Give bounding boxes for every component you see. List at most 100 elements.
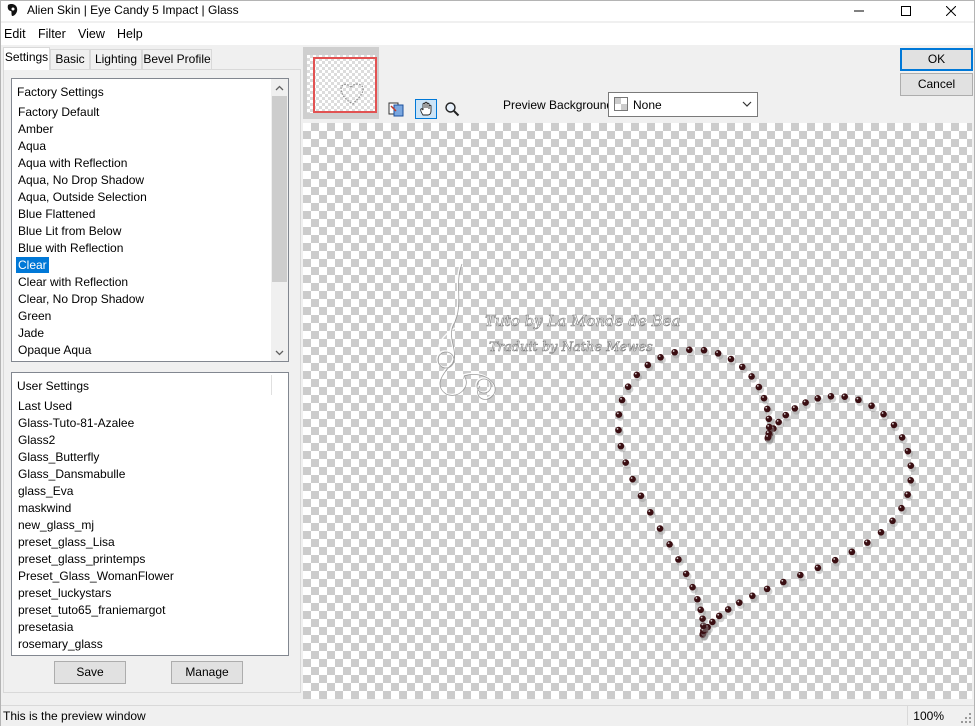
scroll-down-arrow[interactable] [271,344,288,361]
user-setting-item[interactable]: new_glass_mj [16,517,96,533]
scroll-thumb[interactable] [272,96,287,282]
glass-bead-heart [615,346,917,641]
resize-grip-icon[interactable] [960,712,972,724]
user-setting-item[interactable]: preset_luckystars [16,585,113,601]
factory-setting-item[interactable]: Aqua [16,138,48,154]
user-settings-list[interactable]: User Settings Last Used Glass-Tuto-81-Aza… [11,372,289,656]
eye-candy-window: Alien Skin | Eye Candy 5 Impact | Glass … [0,0,975,726]
tab-lighting[interactable]: Lighting [90,49,142,70]
user-setting-item[interactable]: Glass2 [16,432,57,448]
user-setting-item[interactable]: Glass_Butterfly [16,449,101,465]
glass-bead [855,396,862,404]
preview-background-select[interactable]: None [608,92,758,117]
bead-highlight [698,607,701,610]
bead-highlight [766,416,769,419]
menu-help[interactable]: Help [117,27,143,41]
zoom-tool-button[interactable] [441,99,463,119]
alien-skin-app-icon [7,4,18,16]
menu-view[interactable]: View [78,27,105,41]
preview-background-label: Preview Background: [503,98,617,112]
user-settings-header: User Settings [17,379,90,393]
tab-settings[interactable]: Settings [3,47,50,70]
user-setting-item[interactable]: glass_Eva [16,483,75,499]
user-setting-item[interactable]: preset_glass_Lisa [16,534,117,550]
user-setting-item[interactable]: presetasia [16,619,75,635]
factory-setting-item[interactable]: Amber [16,121,55,137]
save-button[interactable]: Save [54,661,126,684]
bead-highlight [879,530,881,533]
factory-setting-item[interactable]: Blue with Reflection [16,240,125,256]
factory-setting-item[interactable]: Clear, No Drop Shadow [16,291,146,307]
hand-tool-button[interactable] [415,99,437,119]
glass-bead [827,392,835,400]
factory-setting-item[interactable]: Clear [16,257,49,273]
glass-bead [689,583,696,591]
minimize-button[interactable] [836,1,882,21]
close-window-button[interactable] [928,1,974,21]
glass-bead [765,423,773,431]
menu-filter[interactable]: Filter [38,27,66,41]
factory-setting-item[interactable]: Aqua, Outside Selection [16,189,149,205]
bead-highlight [687,347,690,350]
factory-setting-item[interactable]: Green [16,308,53,324]
glass-bead [898,434,906,441]
user-setting-item[interactable]: Glass_Dansmabulle [16,466,127,482]
tab-basic[interactable]: Basic [50,49,90,70]
bead-highlight [623,460,626,463]
bead-highlight [616,427,619,430]
factory-settings-scrollbar[interactable] [271,79,288,361]
bead-highlight [756,384,759,387]
factory-setting-item[interactable]: Aqua, No Drop Shadow [16,172,146,188]
glass-bead [657,354,664,361]
glass-bead [671,348,678,356]
navigator-panel[interactable] [303,47,379,119]
user-setting-item[interactable]: preset_tuto65_franiemargot [16,602,167,618]
glass-bead [644,361,652,369]
glass-bead [615,411,623,418]
factory-setting-item[interactable]: Jade [16,325,46,341]
ok-button[interactable]: OK [900,48,973,71]
user-setting-item[interactable]: Last Used [16,398,74,414]
factory-setting-item[interactable]: Blue Flattened [16,206,97,222]
glass-bead [765,415,773,423]
menu-edit[interactable]: Edit [4,27,26,41]
bead-highlight [695,597,698,599]
cancel-button[interactable]: Cancel [900,73,973,96]
user-setting-item[interactable]: maskwind [16,500,73,516]
zoom-level: 100% [913,709,944,723]
close-icon [946,6,956,16]
scroll-up-arrow[interactable] [271,79,288,96]
glass-bead [617,442,625,450]
factory-setting-item[interactable]: Clear with Reflection [16,274,130,290]
magnifier-icon [445,102,460,117]
maximize-button[interactable] [883,1,929,21]
navigator-view-rect[interactable] [313,57,377,113]
bead-highlight [749,374,752,377]
user-setting-item[interactable]: rosemary_glass [16,636,105,652]
factory-setting-item[interactable]: Opaque Aqua [16,342,93,358]
bead-highlight [626,384,629,387]
toggle-preview-button[interactable] [385,99,407,119]
bead-highlight [648,510,651,513]
factory-setting-item[interactable]: Blue Lit from Below [16,223,123,239]
bead-highlight [630,477,633,479]
bead-highlight [737,600,740,603]
factory-settings-list[interactable]: Factory Settings Factory Default Amber Aqu… [11,78,289,362]
tab-bevel-profile[interactable]: Bevel Profile [142,49,212,70]
factory-setting-item[interactable]: Aqua with Reflection [16,155,129,171]
bead-highlight [881,412,884,414]
manage-button[interactable]: Manage [171,661,243,684]
user-setting-item[interactable]: preset_glass_printemps [16,551,147,567]
user-setting-item[interactable]: Glass-Tuto-81-Azalee [16,415,136,431]
glass-bead [709,618,716,626]
bead-highlight [856,397,859,400]
factory-setting-item[interactable]: Factory Default [16,104,101,120]
glass-bead [633,371,641,379]
bead-highlight [620,397,622,400]
user-setting-item[interactable]: Preset_Glass_WomanFlower [16,568,176,584]
bead-highlight [634,372,637,375]
glass-bead [755,383,763,391]
preview-canvas[interactable]: Tuto by La Monde de Bea Traduit by Nathe… [303,123,972,699]
status-text: This is the preview window [3,709,146,723]
glass-bead [763,585,771,593]
